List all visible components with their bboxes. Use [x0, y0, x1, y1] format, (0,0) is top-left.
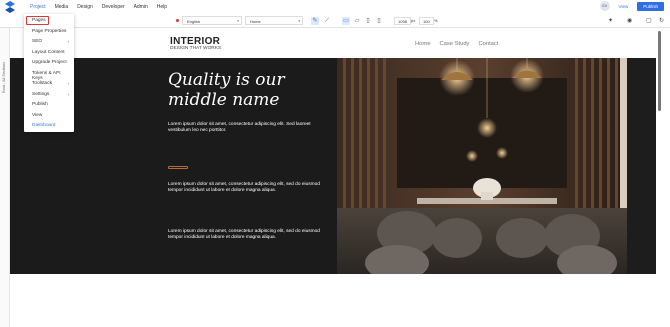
zoom-input[interactable]: 100 [419, 17, 434, 25]
editor-toolbar: English ▾ Home ▾ ✎ ⟋ ▭ ▱ ▯ ▯ 1098 px 100… [0, 14, 670, 28]
language-select-value: English [187, 19, 201, 24]
menu-media[interactable]: Media [55, 4, 69, 10]
dropdown-item-label: Dashboard [32, 123, 56, 128]
tablet-view-icon[interactable]: ▯ [364, 17, 372, 25]
menu-admin[interactable]: Admin [134, 4, 148, 10]
rail-label[interactable]: Root - All Sections [2, 62, 6, 93]
magic-icon[interactable]: ✦ [608, 17, 613, 25]
menu-project[interactable]: Project [30, 4, 46, 10]
view-button[interactable]: View [619, 4, 629, 9]
site-nav-case-study[interactable]: Case Study [439, 41, 469, 47]
menu-right-group: GV View Publish [599, 1, 664, 11]
language-flag-icon [176, 19, 179, 22]
laptop-view-icon[interactable]: ▱ [353, 17, 361, 25]
site-header: INTERIOR DESIGN THAT WORKS Home Case Stu… [10, 28, 656, 58]
hero-paragraph-3: Lorem ipsum dolor sit amet, consectetur … [168, 229, 320, 241]
page-select[interactable]: Home ▾ [245, 16, 303, 25]
hero-headline-line1: Quality is our [168, 70, 285, 90]
chevron-right-icon: › [67, 91, 70, 97]
dropdown-item-view[interactable]: View [32, 113, 72, 118]
dropdown-item-tokens-api-keys[interactable]: Tokens & API Keys [32, 71, 72, 81]
chevron-down-icon: ▾ [237, 19, 239, 23]
dropdown-item-label: Page Properties [32, 28, 67, 34]
chevron-right-icon: › [67, 81, 70, 86]
comment-icon[interactable]: ▢ [646, 17, 652, 25]
dropdown-item-upgrade-project[interactable]: Upgrade Project [32, 60, 72, 65]
hero-image [337, 58, 627, 274]
dropdown-item-toolstack[interactable]: Toolstack › [32, 81, 72, 86]
hero-headline: Quality is our middle name [168, 70, 328, 110]
dropdown-item-label: Settings [32, 91, 50, 97]
pen-tool-icon[interactable]: ✎ [311, 17, 319, 25]
brush-tool-icon[interactable]: ⟋ [323, 17, 331, 25]
dropdown-item-label: Tokens & API Keys [32, 70, 61, 81]
dimension-separator: px [411, 18, 416, 23]
pages-highlight-box [26, 16, 49, 25]
zoom-unit: % [434, 18, 438, 23]
dropdown-item-label: Publish [32, 102, 48, 107]
menu-developer[interactable]: Developer [102, 4, 125, 10]
main-menu: Project Media Design Developer Admin Hel… [30, 0, 167, 14]
canvas-scrollbar-thumb[interactable] [658, 31, 661, 111]
publish-button[interactable]: Publish [637, 1, 664, 11]
hero-paragraph-1: Lorem ipsum dolor sit amet, consectetur … [168, 122, 311, 134]
width-input[interactable]: 1098 [394, 17, 411, 25]
dropdown-item-page-properties[interactable]: Page Properties [32, 29, 72, 34]
app-logo-icon[interactable] [4, 1, 16, 13]
dropdown-item-label: Upgrade Project [32, 60, 67, 65]
user-avatar[interactable]: GV [599, 1, 610, 11]
dropdown-item-label: Toolstack [32, 81, 52, 86]
hero-paragraph-2: Lorem ipsum dolor sit amet, consectetur … [168, 182, 320, 194]
accent-button[interactable] [168, 166, 188, 169]
dropdown-item-settings[interactable]: Settings › [32, 92, 72, 97]
dropdown-item-publish[interactable]: Publish [32, 102, 72, 107]
left-rail: Root - All Sections [0, 28, 10, 327]
preview-eye-icon[interactable]: ◉ [627, 17, 632, 25]
mobile-view-icon[interactable]: ▯ [375, 17, 383, 25]
refresh-icon[interactable]: ↻ [659, 17, 664, 25]
desktop-view-icon[interactable]: ▭ [342, 17, 350, 25]
site-tagline: DESIGN THAT WORKS [170, 46, 222, 51]
language-select[interactable]: English ▾ [182, 16, 242, 25]
site-nav-home[interactable]: Home [415, 41, 430, 47]
page-select-value: Home [250, 19, 261, 24]
site-nav: Home Case Study Contact [415, 41, 498, 47]
dropdown-item-label: Layout Content [32, 49, 65, 55]
site-nav-contact[interactable]: Contact [478, 41, 498, 47]
chevron-right-icon: › [67, 39, 70, 44]
dropdown-item-label: SEO [32, 39, 43, 44]
dropdown-item-layout-content[interactable]: Layout Content [32, 50, 72, 55]
chevron-down-icon: ▾ [298, 19, 300, 23]
hero-section: Quality is our middle name Lorem ipsum d… [10, 58, 656, 274]
menu-design[interactable]: Design [77, 4, 93, 10]
menu-help[interactable]: Help [157, 4, 167, 10]
hero-headline-line2: middle name [168, 90, 280, 110]
dropdown-item-dashboard[interactable]: Dashboard [32, 123, 72, 128]
dropdown-item-label: View [32, 112, 43, 118]
dropdown-item-seo[interactable]: SEO › [32, 39, 72, 44]
project-dropdown: Pages Page Properties SEO › Layout Conten… [24, 14, 74, 132]
page-canvas: INTERIOR DESIGN THAT WORKS Home Case Stu… [10, 28, 656, 327]
menu-bar: Project Media Design Developer Admin Hel… [0, 0, 670, 14]
